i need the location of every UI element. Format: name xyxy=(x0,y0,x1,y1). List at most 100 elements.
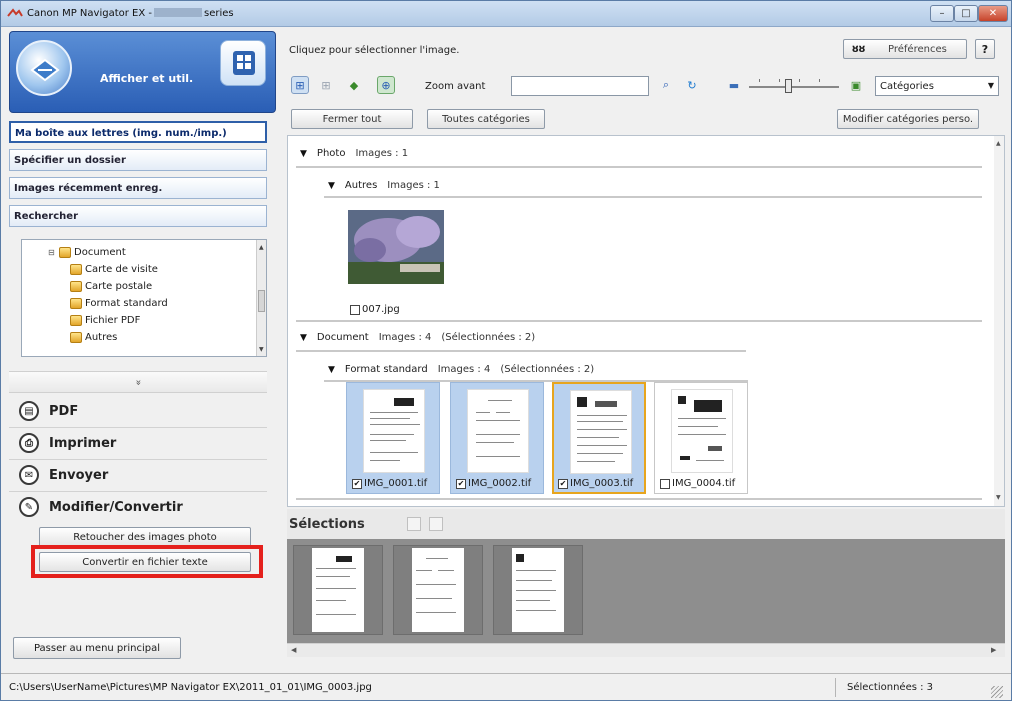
page-line xyxy=(316,568,356,569)
collapse-tree-button[interactable]: » xyxy=(9,371,267,393)
nav-mailbox[interactable]: Ma boîte aux lettres (img. num./imp.) xyxy=(9,121,267,143)
convert-to-text-button[interactable]: Convertir en fichier texte xyxy=(39,552,251,572)
main-menu-button[interactable]: Passer au menu principal xyxy=(13,637,181,659)
retouch-photos-button[interactable]: Retoucher des images photo xyxy=(39,527,251,547)
expand-triangle-icon[interactable]: ▼ xyxy=(300,333,307,343)
selections-tray[interactable] xyxy=(287,539,1005,643)
selection-item-2[interactable] xyxy=(393,545,483,635)
help-button[interactable]: ? xyxy=(975,39,995,59)
doc-caption-4[interactable]: IMG_0004.tif xyxy=(660,478,735,489)
scroll-up-icon[interactable]: ▲ xyxy=(996,140,1001,147)
scroll-down-icon[interactable]: ▼ xyxy=(996,494,1001,501)
large-thumbnail-icon[interactable]: ▣ xyxy=(847,76,865,94)
expand-selection-icon[interactable] xyxy=(407,517,421,531)
selection-item-3[interactable] xyxy=(493,545,583,635)
nav-search[interactable]: Rechercher xyxy=(9,205,267,227)
page-line xyxy=(577,453,623,454)
close-all-button[interactable]: Fermer tout xyxy=(291,109,413,129)
thumbnail-size-slider[interactable] xyxy=(749,79,839,93)
divider xyxy=(9,491,267,492)
scroll-down-icon[interactable]: ▼ xyxy=(259,346,264,353)
grid-view-icon[interactable]: ⊞ xyxy=(317,76,335,94)
page-line xyxy=(416,570,432,571)
tree-item-label: Format standard xyxy=(85,297,168,309)
category-select[interactable]: Catégories ▼ xyxy=(875,76,999,96)
page-line xyxy=(370,440,406,441)
page-line xyxy=(577,445,627,446)
group-photo[interactable]: ▼ Photo Images : 1 xyxy=(300,148,408,159)
tree-item-document[interactable]: ⊟ Document xyxy=(48,244,126,260)
tree-item-business-card[interactable]: Carte de visite xyxy=(70,261,158,277)
group-standard-format[interactable]: ▼ Format standard Images : 4 (Sélectionn… xyxy=(328,364,594,375)
close-button[interactable]: ✕ xyxy=(978,5,1008,22)
page-line xyxy=(370,412,418,413)
expand-all-icon[interactable]: ⊞ xyxy=(291,76,309,94)
expand-triangle-icon[interactable]: ▼ xyxy=(328,181,335,191)
refresh-icon[interactable]: ↻ xyxy=(683,76,701,94)
doc-caption-2[interactable]: ✔ IMG_0002.tif xyxy=(456,478,531,489)
document-page xyxy=(512,548,564,632)
group-name: Document xyxy=(316,332,369,343)
rotate-tag-icon[interactable]: ◆ xyxy=(345,76,363,94)
small-thumbnail-icon[interactable]: ▬ xyxy=(727,76,741,94)
group-divider xyxy=(324,196,982,198)
tree-item-pdf-file[interactable]: Fichier PDF xyxy=(70,312,140,328)
preferences-button[interactable]: ȣȣ Préférences xyxy=(843,39,967,59)
thumbnail-scrollbar[interactable]: ▲ ▼ xyxy=(994,136,1004,506)
page-block xyxy=(595,401,617,407)
action-pdf[interactable]: ▤ PDF xyxy=(19,398,78,424)
checkbox[interactable]: ✔ xyxy=(456,478,466,489)
group-autres[interactable]: ▼ Autres Images : 1 xyxy=(328,180,440,191)
resize-grip-icon[interactable] xyxy=(991,686,1003,698)
expand-triangle-icon[interactable]: ▼ xyxy=(328,365,335,375)
tree-item-postcard[interactable]: Carte postale xyxy=(70,278,152,294)
page-line xyxy=(476,420,520,421)
action-edit-convert[interactable]: ✎ Modifier/Convertir xyxy=(19,494,183,520)
scroll-left-icon[interactable]: ◀ xyxy=(291,646,296,654)
folder-tree[interactable]: ⊟ Document Carte de visite Carte postale… xyxy=(21,239,267,357)
selections-scrollbar[interactable]: ◀ ▶ xyxy=(287,643,1005,657)
page-line xyxy=(678,418,726,419)
zoom-in-label[interactable]: Zoom avant xyxy=(425,81,485,92)
search-input[interactable] xyxy=(511,76,649,96)
page-block xyxy=(394,398,414,406)
expand-triangle-icon[interactable]: ▼ xyxy=(300,149,307,159)
scroll-up-icon[interactable]: ▲ xyxy=(259,244,264,251)
nav-recent-images[interactable]: Images récemment enreg. xyxy=(9,177,267,199)
slider-knob[interactable] xyxy=(785,79,792,93)
search-icon[interactable]: ⌕ xyxy=(657,76,675,94)
divider xyxy=(835,678,836,697)
photo-thumbnail[interactable] xyxy=(344,204,444,290)
action-send[interactable]: ✉ Envoyer xyxy=(19,462,108,488)
group-document[interactable]: ▼ Document Images : 4 (Sélectionnées : 2… xyxy=(300,332,535,343)
edit-categories-button[interactable]: Modifier catégories perso. xyxy=(837,109,979,129)
scroll-right-icon[interactable]: ▶ xyxy=(991,646,996,654)
page-block xyxy=(708,446,722,451)
checkbox[interactable]: ✔ xyxy=(558,478,568,489)
all-categories-button[interactable]: Toutes catégories xyxy=(427,109,545,129)
minimize-icon: – xyxy=(939,8,945,19)
clear-selection-icon[interactable] xyxy=(429,517,443,531)
action-print[interactable]: ⎙ Imprimer xyxy=(19,430,116,456)
tree-scrollbar[interactable]: ▲ ▼ xyxy=(256,240,266,356)
thumbnail-area[interactable]: ▼ Photo Images : 1 ▼ Autres Images : 1 0… xyxy=(287,135,1005,507)
tree-item-others[interactable]: Autres xyxy=(70,329,117,345)
tree-collapse-icon[interactable]: ⊟ xyxy=(48,248,56,257)
group-divider xyxy=(296,350,746,352)
zoom-in-icon[interactable]: ⊕ xyxy=(377,76,395,94)
selection-item-1[interactable] xyxy=(293,545,383,635)
tree-item-standard-format[interactable]: Format standard xyxy=(70,295,168,311)
doc-caption-1[interactable]: ✔ IMG_0001.tif xyxy=(352,478,427,489)
doc-caption-3[interactable]: ✔ IMG_0003.tif xyxy=(558,478,633,489)
tree-scroll-thumb[interactable] xyxy=(258,290,265,312)
page-line xyxy=(516,610,556,611)
nav-specify-folder[interactable]: Spécifier un dossier xyxy=(9,149,267,171)
slider-track xyxy=(749,86,839,88)
maximize-button[interactable]: □ xyxy=(954,5,978,22)
photo-caption[interactable]: 007.jpg xyxy=(350,304,400,315)
navigator-logo-icon[interactable] xyxy=(16,40,72,96)
checkbox[interactable] xyxy=(660,478,670,489)
minimize-button[interactable]: – xyxy=(930,5,954,22)
checkbox[interactable]: ✔ xyxy=(352,478,362,489)
checkbox[interactable] xyxy=(350,304,360,315)
